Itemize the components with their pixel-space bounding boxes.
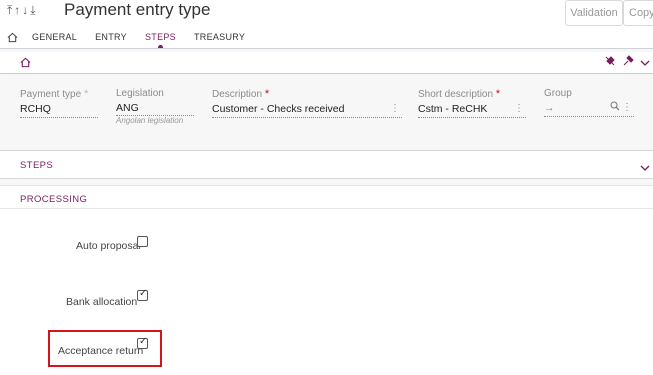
steps-section-title: STEPS	[20, 160, 54, 171]
home-icon[interactable]	[20, 55, 31, 73]
payment-type-value[interactable]: RCHQ	[20, 103, 98, 118]
bank-allocation-checkbox[interactable]: ✓	[137, 288, 148, 301]
payment-type-field[interactable]: Payment type * RCHQ	[20, 88, 98, 118]
legislation-subtext: Angolan legislation	[116, 116, 184, 125]
required-mark: *	[264, 88, 270, 100]
record-navigation-arrows[interactable]: ⤒↑↓⤓	[7, 3, 38, 18]
home-tab-icon[interactable]	[7, 32, 18, 43]
description-label: Description	[212, 89, 263, 100]
required-mark: *	[495, 88, 501, 100]
page-title: Payment entry type	[64, 0, 211, 19]
group-label: Group	[544, 88, 572, 99]
description-field[interactable]: Description * Customer - Checks received…	[212, 88, 402, 118]
search-icon[interactable]	[610, 101, 620, 114]
tab-general[interactable]: GENERAL	[32, 32, 77, 42]
required-mark: *	[83, 88, 89, 100]
copy-button[interactable]: Copy	[623, 0, 653, 26]
more-options-icon[interactable]: ⋮	[390, 103, 400, 114]
short-description-value[interactable]: Cstm - ReCHK	[418, 103, 487, 115]
chevron-down-icon[interactable]	[640, 160, 650, 178]
steps-section-header[interactable]: STEPS	[0, 150, 653, 179]
bank-allocation-label: Bank allocation	[66, 296, 138, 308]
group-value[interactable]: →	[544, 102, 555, 114]
description-value[interactable]: Customer - Checks received	[212, 103, 344, 115]
more-options-icon[interactable]: ⋮	[622, 102, 632, 113]
auto-proposal-checkbox[interactable]	[137, 236, 148, 247]
legislation-field[interactable]: Legislation ANG Angolan legislation	[116, 88, 194, 125]
tab-steps[interactable]: STEPS	[145, 32, 176, 50]
legislation-label: Legislation	[116, 88, 164, 99]
checkmark-icon: ✓	[139, 288, 148, 299]
processing-section-title: PROCESSING	[20, 194, 88, 205]
collapse-chevron-icon[interactable]	[640, 55, 650, 73]
more-options-icon[interactable]: ⋮	[514, 103, 524, 114]
panel-header	[0, 52, 653, 74]
pin-icon[interactable]	[622, 54, 634, 72]
auto-proposal-label: Auto proposal	[76, 240, 141, 252]
tab-entry[interactable]: ENTRY	[95, 32, 127, 42]
legislation-value[interactable]: ANG	[116, 102, 194, 116]
unpin-icon[interactable]	[604, 54, 616, 72]
section-divider	[0, 208, 653, 209]
tab-bar: GENERAL ENTRY STEPS TREASURY	[7, 30, 263, 50]
short-description-label: Short description	[418, 89, 494, 100]
payment-type-label: Payment type	[20, 89, 82, 100]
highlight-annotation-box	[48, 330, 162, 367]
validation-button[interactable]: Validation	[565, 0, 623, 26]
short-description-field[interactable]: Short description * Cstm - ReCHK ⋮	[418, 88, 526, 118]
tab-treasury[interactable]: TREASURY	[194, 32, 245, 42]
group-field[interactable]: Group → ⋮	[544, 88, 634, 117]
